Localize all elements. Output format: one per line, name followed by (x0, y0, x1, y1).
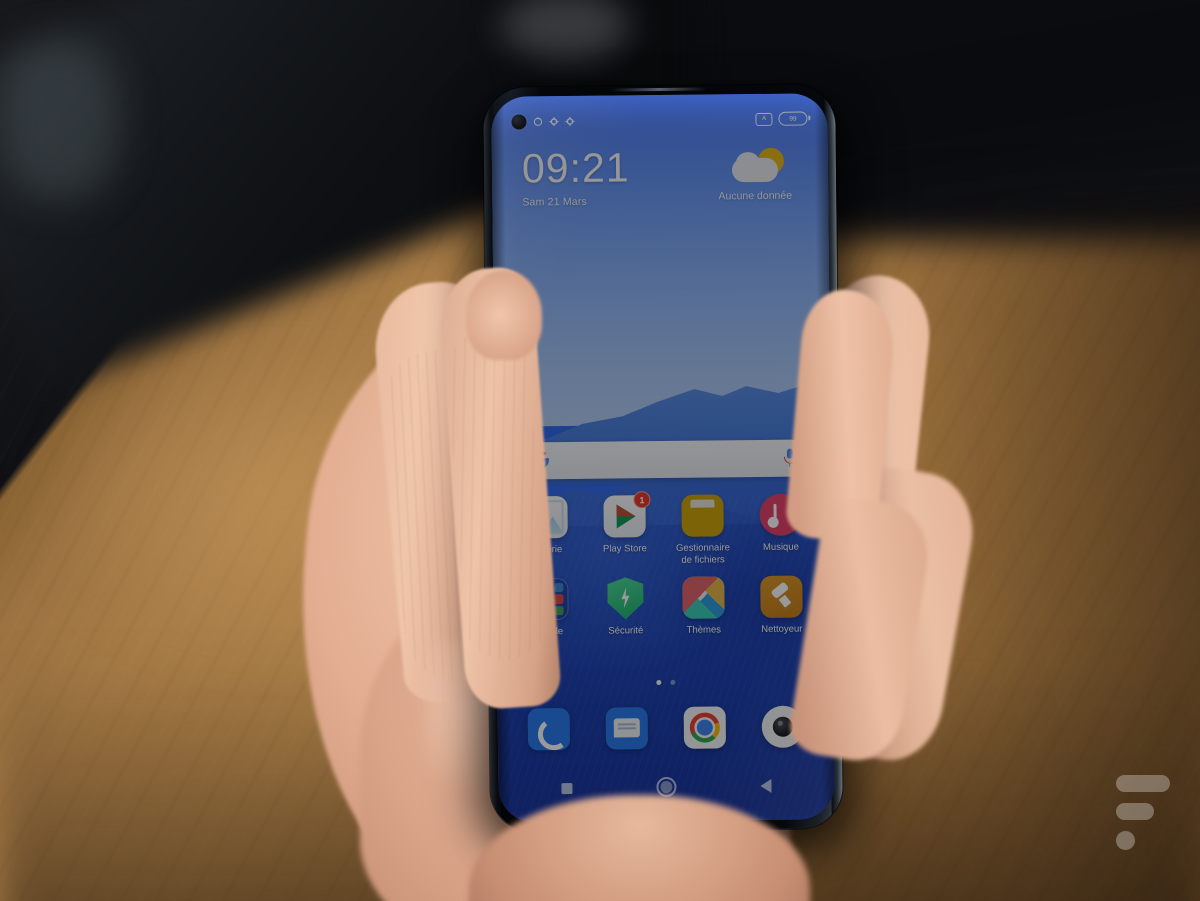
thumb-tip (466, 270, 542, 360)
earpiece-speaker (611, 87, 708, 92)
photo-scene: A 99 09:21 Sam 21 Mars Aucune donnée 1 P… (0, 0, 1200, 901)
frandroid-logo-icon (1106, 775, 1170, 853)
